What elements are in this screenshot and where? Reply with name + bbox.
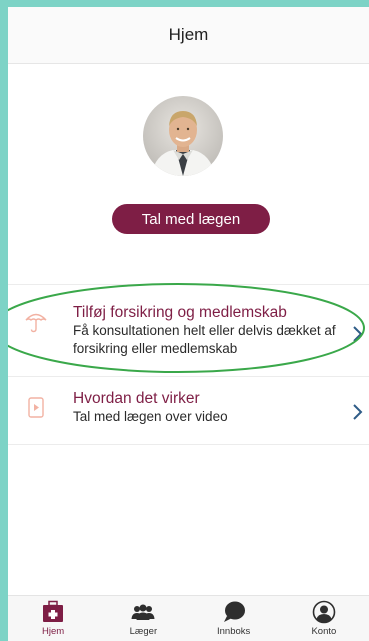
app-screen: Hjem Tal med lægen Tilføj forsikring og … [8, 7, 369, 641]
list-item-how-it-works[interactable]: Hvordan det virker Tal med lægen over vi… [8, 387, 369, 444]
bottom-tab-bar: Hjem Læger Innboks Konto [8, 595, 369, 641]
list-item-subtitle: Få konsultationen helt eller delvis dækk… [73, 323, 336, 356]
tab-label: Konto [311, 626, 337, 637]
chevron-right-icon [351, 403, 363, 421]
list-item-insurance[interactable]: Tilføj forsikring og medlemskab Få konsu… [8, 301, 369, 369]
chat-icon [223, 601, 245, 622]
account-icon [312, 600, 336, 624]
tab-laeger[interactable]: Læger [98, 596, 188, 641]
list-item-title: Hvordan det virker [73, 390, 200, 407]
tab-label: Innboks [216, 626, 251, 637]
video-icon [24, 395, 48, 419]
divider [8, 444, 369, 445]
list-item-subtitle: Tal med lægen over video [73, 409, 228, 424]
tab-label: Hjem [42, 626, 65, 637]
talk-to-doctor-button[interactable]: Tal med lægen [112, 204, 270, 234]
tab-innboks[interactable]: Innboks [189, 596, 279, 641]
page-title: Hjem [168, 25, 209, 44]
medical-bag-icon [43, 600, 64, 622]
tab-hjem[interactable]: Hjem [8, 596, 98, 641]
divider [8, 284, 369, 285]
divider [8, 376, 369, 377]
nav-header: Hjem [8, 7, 369, 64]
chevron-right-icon [351, 325, 363, 343]
doctor-portrait [143, 96, 223, 176]
tab-konto[interactable]: Konto [279, 596, 369, 641]
doctor-avatar [143, 96, 223, 176]
people-icon [131, 604, 155, 620]
list-item-title: Tilføj forsikring og medlemskab [73, 304, 287, 321]
umbrella-icon [24, 309, 48, 333]
tab-label: Læger [129, 626, 158, 637]
